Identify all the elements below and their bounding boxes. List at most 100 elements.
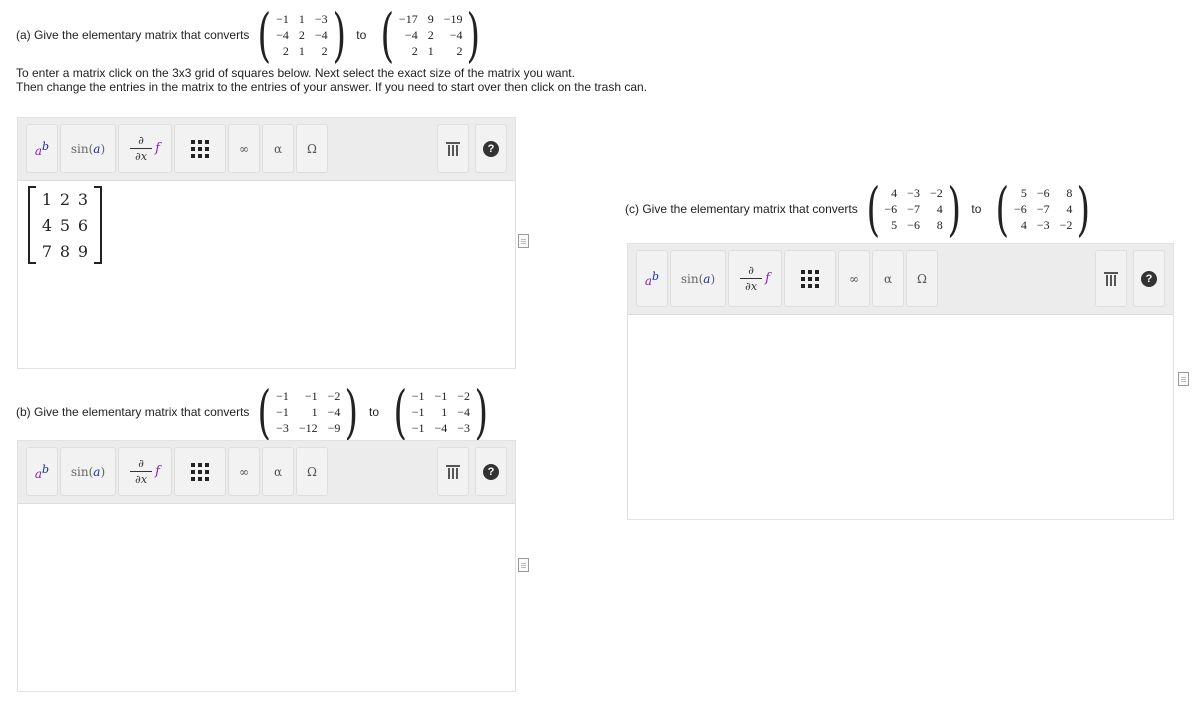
- file-icon[interactable]: [1178, 372, 1189, 386]
- omega-symbol-button[interactable]: Ω: [296, 447, 328, 496]
- matrix-grid-button[interactable]: [784, 250, 836, 307]
- omega-symbol-button[interactable]: Ω: [296, 124, 328, 173]
- derivative-button[interactable]: ∂ ∂x f: [118, 447, 172, 496]
- matrix-entries: −1 −1 −2 −1 1 −4 −3 −12 −9: [276, 389, 340, 436]
- matrix-entries: −1 1 −3 −4 2 −4 2 1 2: [276, 12, 328, 59]
- left-paren: (: [257, 1, 272, 69]
- instructions: To enter a matrix click on the 3x3 grid …: [16, 66, 647, 94]
- help-button[interactable]: ?: [475, 447, 507, 496]
- superscript-button[interactable]: ab: [26, 447, 58, 496]
- matrix-entry: 8: [936, 217, 943, 232]
- help-button[interactable]: ?: [1133, 250, 1165, 307]
- deriv-f: f: [765, 271, 770, 286]
- matrix: (4 −3 −2 −6 −7 4 5 −6 8): [862, 180, 966, 238]
- power-base: a: [34, 466, 43, 481]
- omega-icon: Ω: [307, 464, 317, 479]
- help-button[interactable]: ?: [475, 124, 507, 173]
- trash-button[interactable]: [1095, 250, 1127, 307]
- file-icon[interactable]: [518, 558, 529, 572]
- matrix-entry[interactable]: 4: [42, 216, 52, 235]
- trash-button[interactable]: [437, 124, 469, 173]
- matrix-entry: −7: [1036, 201, 1050, 216]
- matrix-grid-icon: [801, 269, 819, 288]
- matrix-entry[interactable]: 8: [60, 242, 70, 261]
- right-paren: ): [947, 175, 961, 243]
- answer-editor-a[interactable]: ab sin(a) ∂ ∂x f ∞ α Ω? 123 456 789: [17, 117, 516, 369]
- matrix-entry: −3: [276, 420, 289, 435]
- matrix-entry: 8: [1066, 185, 1073, 200]
- sin-function-button[interactable]: sin(a): [670, 250, 726, 307]
- infinity-icon: ∞: [239, 141, 249, 156]
- matrix-entry: −6: [1014, 201, 1027, 216]
- matrix-grid-icon: [191, 139, 209, 158]
- derivative-icon: ∂ ∂x f: [130, 457, 160, 486]
- answer-editor-b[interactable]: ab sin(a) ∂ ∂x f ∞ α Ω?: [17, 440, 516, 692]
- question-b: (b) Give the elementary matrix that conv…: [16, 383, 493, 441]
- matrix-entry[interactable]: 3: [78, 190, 88, 209]
- alpha-icon: α: [883, 271, 893, 286]
- infinity-button[interactable]: ∞: [838, 250, 870, 307]
- right-paren: ): [474, 378, 489, 446]
- deriv-den: ∂x: [135, 473, 148, 486]
- question-a-prompt: (a) Give the elementary matrix that conv…: [16, 28, 250, 42]
- matrix-entry: −1: [276, 388, 289, 403]
- matrix-entry[interactable]: 9: [78, 242, 88, 261]
- matrix-entries: −17 9 −19 −4 2 −4 2 1 2: [399, 12, 463, 59]
- help-icon: ?: [483, 140, 499, 157]
- infinity-button[interactable]: ∞: [228, 124, 260, 173]
- left-paren: (: [393, 378, 408, 446]
- greek-alpha-button[interactable]: α: [262, 447, 294, 496]
- power-exp: b: [42, 462, 50, 476]
- matrix-entry: −1: [276, 404, 289, 419]
- matrix-entry[interactable]: 2: [60, 190, 70, 209]
- power-base: a: [34, 143, 43, 158]
- derivative-button[interactable]: ∂ ∂x f: [118, 124, 172, 173]
- power-exp: b: [652, 269, 660, 283]
- derivative-icon: ∂ ∂x f: [130, 134, 160, 163]
- answer-matrix[interactable]: 123 456 789: [28, 186, 102, 264]
- matrix-entry[interactable]: 7: [42, 242, 52, 261]
- to-label: to: [369, 405, 380, 419]
- omega-symbol-button[interactable]: Ω: [906, 250, 938, 307]
- matrix-entry: −2: [1059, 217, 1073, 232]
- deriv-num: ∂: [138, 457, 144, 470]
- matrix-entry: −1: [411, 420, 425, 435]
- superscript-button[interactable]: ab: [636, 250, 668, 307]
- matrix-entry[interactable]: 6: [78, 216, 88, 235]
- answer-editor-c[interactable]: ab sin(a) ∂ ∂x f ∞ α Ω?: [627, 243, 1174, 520]
- matrix: (−1 −1 −2 −1 1 −4 −3 −12 −9): [253, 383, 363, 441]
- help-icon: ?: [483, 463, 499, 480]
- matrix-entry: 2: [321, 43, 328, 58]
- deriv-den: ∂x: [135, 150, 148, 163]
- matrix-entry: −2: [457, 388, 471, 403]
- greek-alpha-button[interactable]: α: [872, 250, 904, 307]
- sin-function-button[interactable]: sin(a): [60, 124, 116, 173]
- infinity-icon: ∞: [239, 464, 249, 479]
- matrix-entry: −1: [434, 388, 448, 403]
- trash-button[interactable]: [437, 447, 469, 496]
- matrix-grid-button[interactable]: [174, 447, 226, 496]
- omega-icon: Ω: [917, 271, 927, 286]
- matrix-entry: −4: [314, 27, 328, 42]
- greek-alpha-button[interactable]: α: [262, 124, 294, 173]
- deriv-den: ∂x: [745, 280, 758, 293]
- matrix-entry: 1: [298, 11, 305, 26]
- infinity-button[interactable]: ∞: [228, 447, 260, 496]
- matrix-entry[interactable]: 5: [60, 216, 70, 235]
- derivative-icon: ∂ ∂x f: [740, 264, 770, 293]
- infinity-icon: ∞: [849, 271, 859, 286]
- matrix-entry: −4: [449, 27, 463, 42]
- sin-function-button[interactable]: sin(a): [60, 447, 116, 496]
- derivative-button[interactable]: ∂ ∂x f: [728, 250, 782, 307]
- matrix-entry: 5: [1020, 185, 1027, 200]
- matrix-grid-button[interactable]: [174, 124, 226, 173]
- superscript-button[interactable]: ab: [26, 124, 58, 173]
- matrix-entry[interactable]: 1: [42, 190, 52, 209]
- instructions-line-1: To enter a matrix click on the 3x3 grid …: [16, 66, 575, 80]
- matrix-entry: 4: [936, 201, 943, 216]
- matrix-entry: −4: [276, 27, 289, 42]
- file-icon[interactable]: [518, 234, 529, 248]
- matrix-entry: −6: [907, 217, 920, 232]
- matrix-entry: −4: [434, 420, 448, 435]
- matrix-entry: 4: [1020, 217, 1027, 232]
